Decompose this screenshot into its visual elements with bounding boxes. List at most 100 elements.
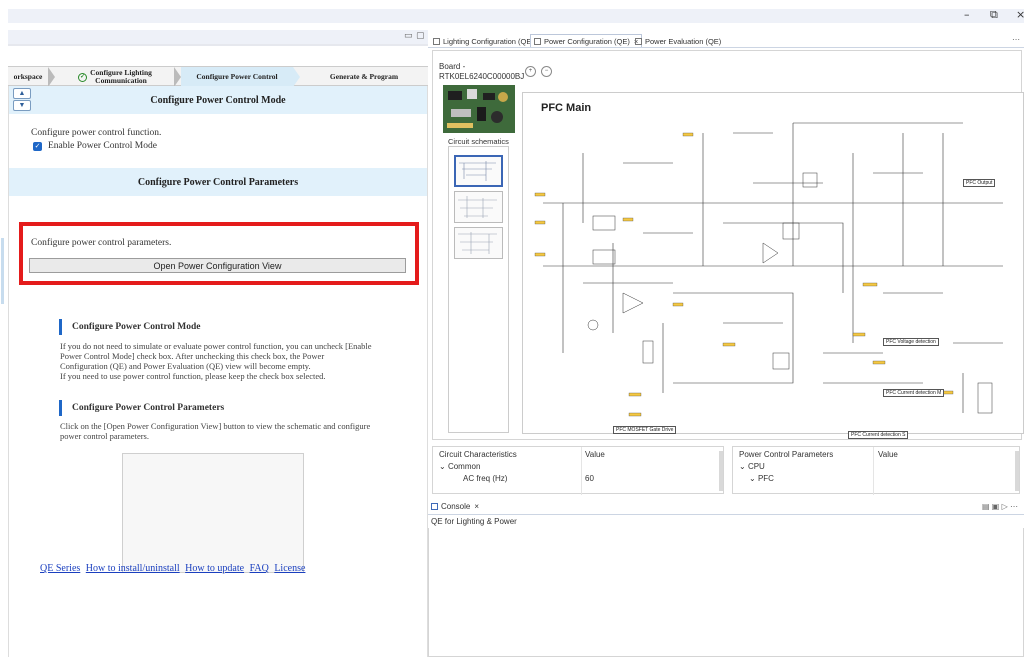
console-body	[428, 528, 1024, 657]
schematic-label-current-detection-m: PFC Current detection M	[883, 389, 945, 397]
step-generate-program[interactable]: Generate & Program	[300, 67, 428, 87]
link-update[interactable]: How to update	[185, 563, 244, 574]
column-divider	[873, 447, 874, 495]
schematic-thumbnails	[448, 146, 509, 433]
board-image	[443, 85, 515, 133]
step-label-line2: Communication	[95, 76, 147, 85]
help-line: Configuration (QE) and Power Evaluation …	[60, 361, 311, 371]
schematic-canvas[interactable]: PFC Main PFC Output PFC Voltage detectio…	[522, 92, 1024, 439]
help-title-mode: Configure Power Control Mode	[59, 319, 201, 335]
title-bar: – ⧉ ×	[0, 0, 1024, 30]
schematic-thumbnail-pfc-main[interactable]	[454, 155, 503, 187]
maximize-button[interactable]: ⧉	[990, 8, 998, 22]
schematic-thumbnail[interactable]	[454, 191, 503, 223]
zoom-in-icon[interactable]: +	[525, 66, 536, 77]
chevron-down-icon: ⌄	[749, 474, 758, 483]
scroll-down-button[interactable]: ▼	[13, 100, 31, 111]
mode-section-header: Configure Power Control Mode	[9, 86, 427, 114]
view-menu-icon[interactable]: ⋯	[1012, 35, 1020, 44]
board-name: RTK0EL6240C00000BJ	[439, 72, 525, 81]
chevron-down-icon: ⌄	[739, 462, 748, 471]
step-separator	[174, 67, 181, 87]
cc-group-common[interactable]: ⌄ Common	[439, 462, 480, 471]
schematic-thumbnail[interactable]	[454, 227, 503, 259]
minimize-button[interactable]: –	[964, 8, 970, 21]
pcp-group-pfc[interactable]: ⌄ PFC	[749, 474, 774, 483]
minimize-view-icon[interactable]: ▭	[404, 31, 413, 41]
chevron-down-icon: ⌄	[439, 462, 448, 471]
view-icon	[635, 37, 642, 45]
schematic-drawing	[534, 122, 1003, 417]
cc-header-name: Circuit Characteristics	[439, 450, 517, 459]
tab-console[interactable]: Console ×	[431, 502, 479, 511]
console-toolbar-icons[interactable]: ▤ ▣ ▷ ⋯	[982, 502, 1018, 511]
close-button[interactable]: ×	[1016, 8, 1024, 21]
pcp-group-cpu[interactable]: ⌄ CPU	[739, 462, 765, 471]
pcp-header-value: Value	[878, 450, 898, 459]
board-label: Board -	[439, 62, 466, 71]
console-output: QE for Lighting & Power	[431, 517, 517, 526]
power-control-parameters-table: Power Control Parameters Value ⌄ CPU ⌄ P…	[732, 446, 1020, 495]
step-workspace[interactable]: orkspace	[8, 67, 48, 87]
help-title-params: Configure Power Control Parameters	[59, 400, 224, 416]
cc-row-name: AC freq (Hz)	[463, 474, 508, 483]
maximize-view-icon[interactable]: ▢	[416, 31, 425, 41]
help-line: Power Control Mode] check box. After unc…	[60, 351, 325, 361]
view-icon	[534, 38, 541, 45]
qe-wizard-pane: ▭ ▢ orkspace ✓ Configure Lighting Commun…	[1, 30, 428, 657]
params-description: Configure power control parameters.	[31, 238, 172, 248]
help-line: If you do not need to simulate or evalua…	[60, 341, 372, 351]
divider	[8, 44, 428, 46]
help-line: Click on the [Open Power Configuration V…	[60, 421, 371, 431]
link-license[interactable]: License	[274, 563, 305, 574]
open-power-configuration-view-button[interactable]: Open Power Configuration View	[29, 258, 406, 273]
side-indicator	[1, 238, 4, 304]
editor-tabs: Lighting Configuration (QE) Power Config…	[428, 34, 1024, 48]
cc-header-value: Value	[585, 450, 605, 459]
help-line: power control parameters.	[60, 431, 149, 441]
enable-power-control-checkbox[interactable]: ✓	[33, 142, 42, 151]
step-separator	[48, 67, 55, 87]
tab-power-configuration[interactable]: Power Configuration (QE) ×	[530, 34, 643, 48]
help-text-params: Click on the [Open Power Configuration V…	[60, 421, 390, 441]
pcp-header-name: Power Control Parameters	[739, 450, 834, 459]
step-configure-power-control[interactable]: Configure Power Control	[181, 67, 293, 87]
enable-power-control-label: Enable Power Control Mode	[48, 141, 157, 151]
scroll-up-button[interactable]: ▲	[13, 88, 31, 99]
params-section-header: Configure Power Control Parameters	[9, 168, 427, 196]
circuit-characteristics-table: Circuit Characteristics Value ⌄ Common A…	[432, 446, 724, 495]
schematic-label-current-detection-s: PFC Current detection S	[848, 431, 909, 439]
check-circle-icon: ✓	[78, 72, 88, 82]
mode-section-title: Configure Power Control Mode	[150, 94, 286, 106]
link-install-uninstall[interactable]: How to install/uninstall	[86, 563, 180, 574]
highlight-box	[19, 222, 419, 285]
link-faq[interactable]: FAQ	[250, 563, 269, 574]
console-icon	[431, 503, 438, 510]
mode-description: Configure power control function.	[31, 128, 162, 138]
params-section-title: Configure Power Control Parameters	[137, 176, 299, 188]
help-image	[122, 453, 304, 573]
tab-power-evaluation[interactable]: Power Evaluation (QE)	[632, 34, 724, 48]
tab-divider	[428, 47, 1024, 48]
schematic-label-pfc-output: PFC Output	[963, 179, 996, 187]
column-divider	[581, 447, 582, 495]
zoom-out-icon[interactable]: −	[541, 66, 552, 77]
view-icon	[433, 37, 440, 45]
circuit-schematics-label: Circuit schematics	[448, 137, 509, 146]
close-console-icon[interactable]: ×	[474, 502, 479, 511]
step-configure-lighting-communication[interactable]: ✓ Configure Lighting Communication	[56, 67, 174, 87]
tab-lighting-configuration[interactable]: Lighting Configuration (QE)	[430, 34, 537, 48]
help-text-mode: If you do not need to simulate or evalua…	[60, 341, 390, 381]
cc-row-value[interactable]: 60	[585, 474, 594, 483]
pane-header: ▭ ▢	[8, 30, 428, 44]
wizard-steps: orkspace ✓ Configure Lighting Communicat…	[8, 66, 428, 87]
scrollbar[interactable]	[719, 451, 723, 491]
title-strip	[8, 9, 1024, 23]
scrollbar[interactable]	[1015, 451, 1019, 491]
properties-area: Circuit Characteristics Value ⌄ Common A…	[432, 446, 1022, 495]
link-qe-series[interactable]: QE Series	[40, 563, 80, 574]
help-links: QE Series How to install/uninstall How t…	[40, 563, 308, 574]
step-separator	[293, 67, 300, 87]
schematic-label-voltage-detection: PFC Voltage detection	[883, 338, 939, 346]
wizard-content: Configure Power Control Mode ▲ ▼ Configu…	[1, 86, 428, 657]
